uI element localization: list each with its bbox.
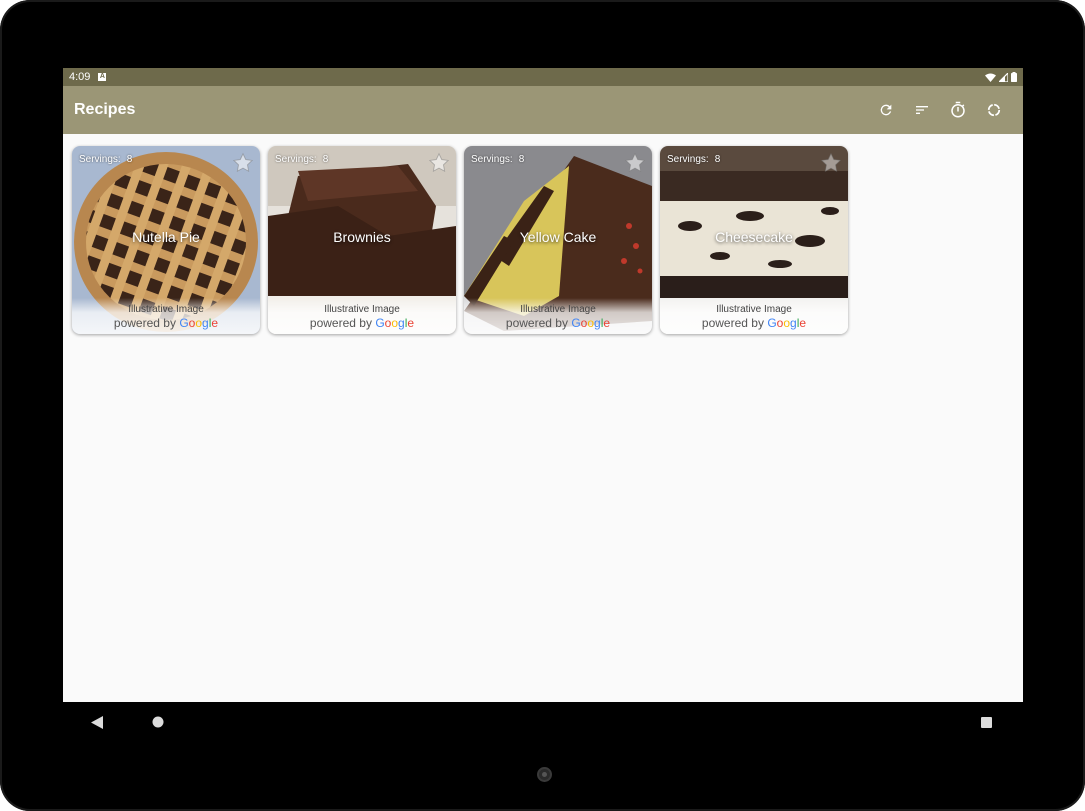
illustrative-caption: Illustrative Image (128, 304, 204, 315)
refresh-icon (880, 104, 892, 116)
google-logo: Google (375, 316, 415, 330)
recipe-card-yellow-cake[interactable]: Servings: 8 Yellow Cake Illustrative Imag… (464, 146, 652, 334)
recipe-grid: Servings: 8 Nutella Pie Illustrative Imag… (72, 146, 848, 334)
recipe-title: Cheesecake (715, 229, 793, 245)
favorite-star-icon[interactable] (820, 152, 842, 174)
page-title: Recipes (74, 101, 136, 118)
refresh-button[interactable] (868, 92, 904, 128)
notification-icon: A (98, 73, 107, 81)
app-bar-actions (868, 92, 1012, 128)
google-logo: Google (767, 316, 807, 330)
illustrative-caption: Illustrative Image (716, 304, 792, 315)
powered-by-google: powered by Google (309, 316, 415, 330)
image-attribution: Illustrative Image powered by Google (464, 298, 652, 334)
app-bar: Recipes (63, 86, 1023, 134)
powered-by-google: powered by Google (701, 316, 807, 330)
servings-label: Servings: 8 (79, 154, 133, 165)
sync-icon (987, 103, 1001, 117)
recipe-card-brownies[interactable]: Servings: 8 Brownies Illustrative Image p… (268, 146, 456, 334)
camera (537, 767, 552, 782)
servings-label: Servings: 8 (275, 154, 329, 165)
image-attribution: Illustrative Image powered by Google (72, 298, 260, 334)
back-icon[interactable] (91, 716, 103, 729)
powered-by-google: powered by Google (113, 316, 219, 330)
timer-icon (951, 101, 965, 118)
illustrative-caption: Illustrative Image (324, 304, 400, 315)
sync-button[interactable] (976, 92, 1012, 128)
sort-icon (916, 106, 928, 114)
recipe-card-cheesecake[interactable]: Servings: 8 Cheesecake Illustrative Image… (660, 146, 848, 334)
home-icon[interactable] (152, 716, 164, 728)
timer-button[interactable] (940, 92, 976, 128)
status-bar: 4:09 A (63, 68, 1023, 86)
cell-signal-icon (999, 72, 1008, 82)
wifi-icon (985, 73, 996, 82)
google-logo: Google (571, 316, 611, 330)
image-attribution: Illustrative Image powered by Google (660, 298, 848, 334)
servings-label: Servings: 8 (667, 154, 721, 165)
favorite-star-icon[interactable] (428, 152, 450, 174)
screen: 4:09 A Recipes Servings: 8 Nutella Pie I… (63, 68, 1023, 743)
recipe-title: Brownies (333, 229, 391, 245)
recipe-card-nutella-pie[interactable]: Servings: 8 Nutella Pie Illustrative Imag… (72, 146, 260, 334)
powered-by-google: powered by Google (505, 316, 611, 330)
recipe-title: Yellow Cake (519, 229, 597, 245)
status-time: 4:09 (69, 71, 91, 83)
recipe-title: Nutella Pie (132, 229, 200, 245)
status-icons (985, 72, 1017, 82)
google-logo: Google (179, 316, 219, 330)
recents-icon[interactable] (981, 717, 992, 728)
sort-button[interactable] (904, 92, 940, 128)
servings-label: Servings: 8 (471, 154, 525, 165)
navigation-bar (63, 702, 1023, 743)
favorite-star-icon[interactable] (624, 152, 646, 174)
battery-icon (1011, 72, 1017, 82)
favorite-star-icon[interactable] (232, 152, 254, 174)
illustrative-caption: Illustrative Image (520, 304, 596, 315)
image-attribution: Illustrative Image powered by Google (268, 298, 456, 334)
